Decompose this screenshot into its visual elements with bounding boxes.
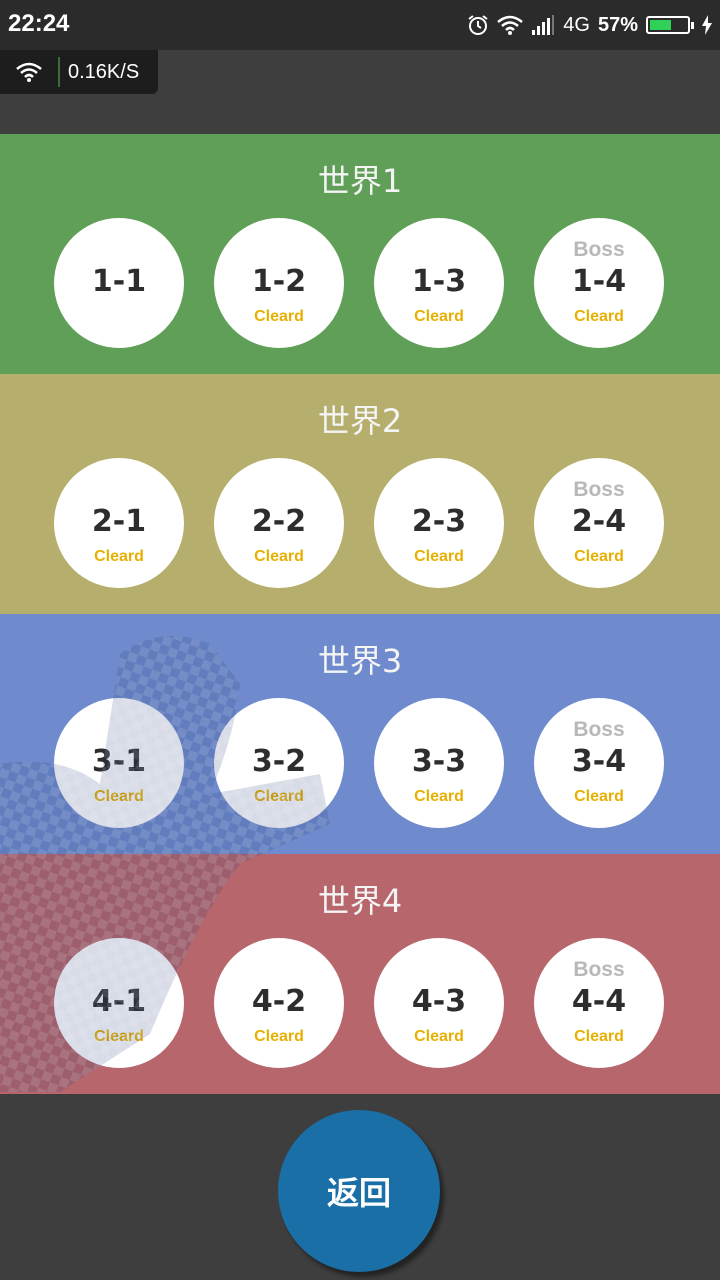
wifi-icon <box>0 57 60 87</box>
status-time: 22:24 <box>8 10 70 37</box>
status-icons: 4G 57% <box>467 10 712 40</box>
stage-number: 1-2 <box>251 264 307 299</box>
alarm-icon <box>467 14 489 36</box>
stage-button-2-2[interactable]: 2-2 Cleard <box>214 458 344 588</box>
world-section-1: 世界1 1-1 1-2 Cleard 1-3 Cleard Boss 1-4 Cleard <box>0 134 720 374</box>
stage-button-1-4[interactable]: Boss 1-4 Cleard <box>534 218 664 348</box>
back-button[interactable]: 返回 <box>278 1110 440 1272</box>
stage-status: Cleard <box>94 548 144 565</box>
stage-number: 2-4 <box>571 504 627 539</box>
stage-button-1-1[interactable]: 1-1 <box>54 218 184 348</box>
boss-label: Boss <box>573 238 625 261</box>
wifi-icon <box>497 14 524 36</box>
boss-label: Boss <box>573 478 625 501</box>
battery-percent: 57% <box>597 13 638 36</box>
net-speed-value: 0.16K/S <box>68 60 140 83</box>
stage-status: Cleard <box>574 548 624 565</box>
stage-button-1-3[interactable]: 1-3 Cleard <box>374 218 504 348</box>
stage-number: 1-3 <box>411 264 467 299</box>
status-bar: 22:24 4G 57% <box>0 0 720 50</box>
stage-button-2-4[interactable]: Boss 2-4 Cleard <box>534 458 664 588</box>
stage-button-2-3[interactable]: 2-3 Cleard <box>374 458 504 588</box>
stage-number: 2-2 <box>251 504 307 539</box>
stage-number: 1-4 <box>571 264 627 299</box>
stage-status: Cleard <box>254 548 304 565</box>
stage-number: 2-1 <box>91 504 147 539</box>
stage-button-1-2[interactable]: 1-2 Cleard <box>214 218 344 348</box>
signal-icon <box>531 14 555 36</box>
stage-status: Cleard <box>414 548 464 565</box>
stage-button-2-1[interactable]: 2-1 Cleard <box>54 458 184 588</box>
net-speed-indicator: 0.16K/S <box>0 50 158 94</box>
world-title: 世界1 <box>317 162 403 200</box>
background-figure-art <box>0 636 330 1092</box>
world-section-2: 世界2 2-1 Cleard 2-2 Cleard 2-3 Cleard Boss 2-4 Cle… <box>0 374 720 614</box>
stage-status: Cleard <box>254 308 304 325</box>
stage-status: Cleard <box>574 308 624 325</box>
world-title: 世界2 <box>317 402 403 440</box>
stage-number: 1-1 <box>91 264 147 299</box>
network-label: 4G <box>563 13 590 36</box>
charging-bolt-icon <box>702 15 712 35</box>
stage-status: Cleard <box>414 308 464 325</box>
battery-charging-icon <box>646 16 694 34</box>
stage-number: 2-3 <box>411 504 467 539</box>
